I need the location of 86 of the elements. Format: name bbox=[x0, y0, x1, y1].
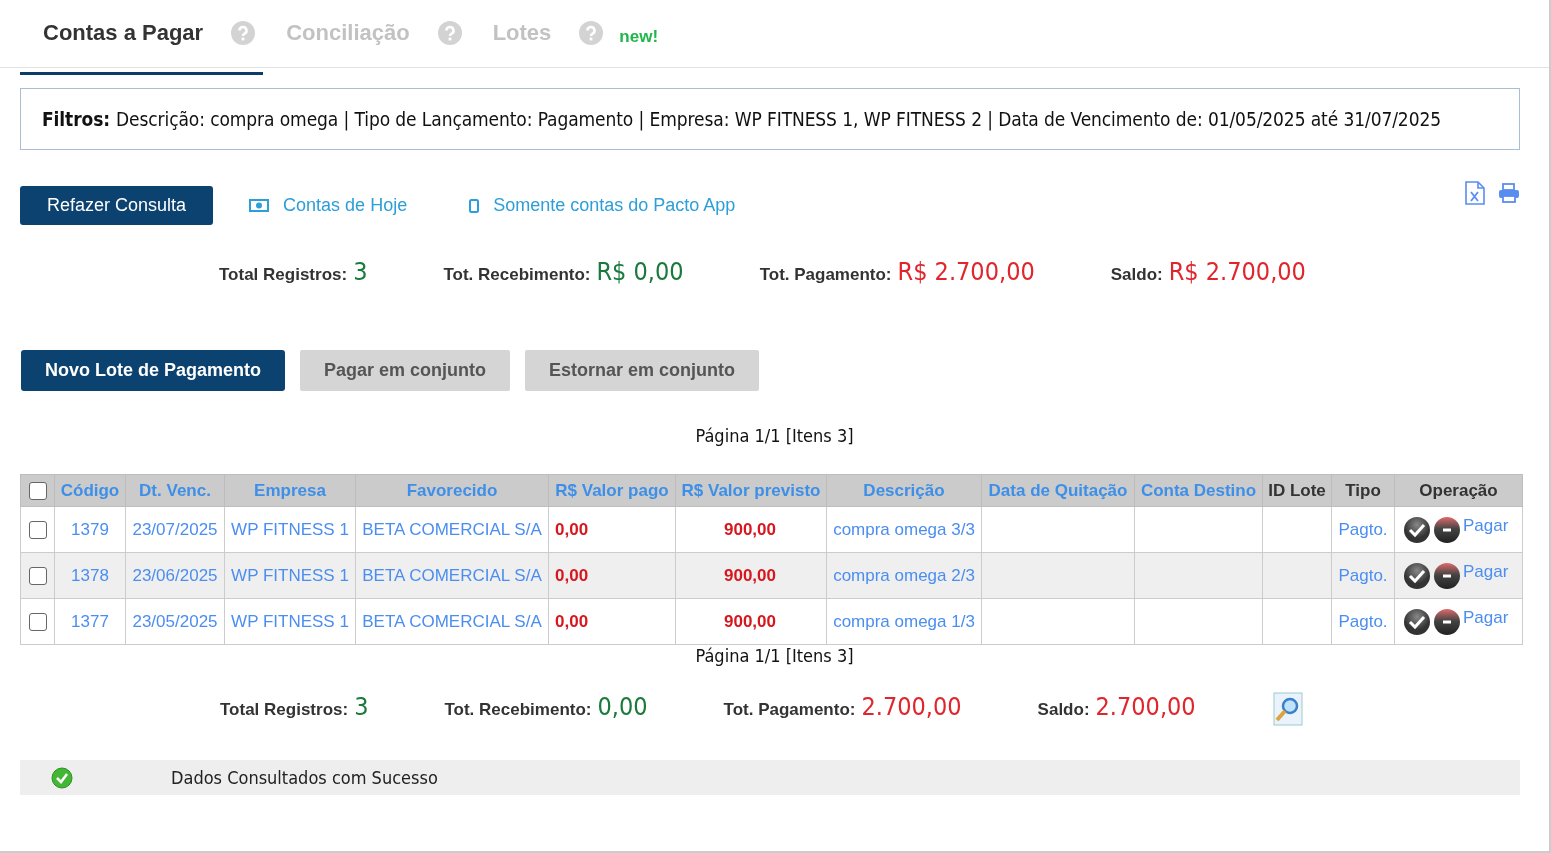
table-cell: 900,00 bbox=[675, 598, 827, 645]
pagination-info: Página 1/1 [Itens 3] bbox=[694, 425, 855, 446]
checkbox[interactable] bbox=[28, 482, 47, 500]
tab-label[interactable]: Lotes bbox=[492, 20, 552, 46]
table-cell: 0,00 bbox=[548, 506, 676, 553]
column-header[interactable]: Código bbox=[54, 474, 126, 507]
table-cell[interactable]: Pagto. bbox=[1331, 506, 1395, 553]
tab[interactable]: Contas a Pagar bbox=[20, 0, 264, 75]
column-header[interactable]: R$ Valor previsto bbox=[675, 474, 827, 507]
new-label: new! bbox=[619, 27, 659, 47]
table-cell[interactable]: compra omega 3/3 bbox=[826, 506, 982, 553]
total-label: Saldo: bbox=[1110, 265, 1163, 285]
table-cell[interactable]: WP FITNESS 1 bbox=[224, 598, 356, 645]
table-cell[interactable]: 1378 bbox=[54, 552, 126, 599]
tab[interactable]: Conciliação bbox=[263, 0, 470, 75]
column-header: Tipo bbox=[1331, 474, 1395, 507]
tab-label[interactable]: Contas a Pagar bbox=[43, 20, 204, 46]
column-header[interactable]: Data de Quitação bbox=[981, 474, 1135, 507]
tab-label[interactable]: Conciliação bbox=[286, 20, 410, 46]
total-value: 3 bbox=[353, 257, 368, 286]
phone-icon bbox=[469, 198, 480, 213]
table-cell: 900,00 bbox=[675, 506, 827, 553]
total-value: R$ 2.700,00 bbox=[897, 257, 1035, 286]
success-check-icon bbox=[51, 766, 73, 789]
banknote-icon bbox=[249, 199, 270, 212]
total-label: Tot. Recebimento: bbox=[444, 700, 592, 720]
batch-button[interactable]: Novo Lote de Pagamento bbox=[21, 350, 286, 391]
excel-export-icon[interactable] bbox=[1465, 180, 1485, 205]
total-label: Total Registros: bbox=[219, 265, 348, 285]
magnifier-report-icon[interactable] bbox=[1271, 692, 1304, 726]
total-label: Total Registros: bbox=[220, 700, 349, 720]
table-cell[interactable]: BETA COMERCIAL S/A bbox=[355, 506, 549, 553]
pagar-link[interactable]: Pagar bbox=[1463, 607, 1509, 628]
total-value: 2.700,00 bbox=[1095, 692, 1196, 721]
refazer-consulta-button[interactable]: Refazer Consulta bbox=[20, 186, 214, 225]
total-label: Saldo: bbox=[1037, 700, 1090, 720]
filter-link[interactable]: Somente contas do Pacto App bbox=[469, 195, 736, 216]
table-cell: 0,00 bbox=[548, 598, 676, 645]
pagar-link[interactable]: Pagar bbox=[1463, 561, 1509, 582]
filter-link[interactable]: Contas de Hoje bbox=[249, 195, 408, 216]
table-cell: 0,00 bbox=[548, 552, 676, 599]
table-cell[interactable]: compra omega 1/3 bbox=[826, 598, 982, 645]
checkbox[interactable] bbox=[28, 567, 47, 585]
printer-icon[interactable] bbox=[1498, 182, 1520, 203]
column-header[interactable]: R$ Valor pago bbox=[548, 474, 676, 507]
table-cell[interactable]: BETA COMERCIAL S/A bbox=[355, 598, 549, 645]
column-header[interactable]: Empresa bbox=[224, 474, 356, 507]
minus-circle-icon[interactable] bbox=[1433, 561, 1461, 590]
table-cell[interactable]: compra omega 2/3 bbox=[826, 552, 982, 599]
total-label: Tot. Pagamento: bbox=[759, 265, 892, 285]
check-circle-icon[interactable] bbox=[1403, 515, 1431, 544]
table-cell[interactable]: 1377 bbox=[54, 598, 126, 645]
table-cell: 900,00 bbox=[675, 552, 827, 599]
tab[interactable]: Lotes new! bbox=[469, 0, 659, 75]
table-cell[interactable]: 23/05/2025 bbox=[125, 598, 225, 645]
table-cell[interactable]: Pagto. bbox=[1331, 598, 1395, 645]
column-header[interactable]: Dt. Venc. bbox=[125, 474, 225, 507]
column-header[interactable]: Descrição bbox=[826, 474, 982, 507]
column-header[interactable]: Favorecido bbox=[355, 474, 549, 507]
table-cell[interactable]: Pagto. bbox=[1331, 552, 1395, 599]
check-circle-icon[interactable] bbox=[1403, 561, 1431, 590]
checkbox[interactable] bbox=[28, 521, 47, 539]
table-cell[interactable]: 23/06/2025 bbox=[125, 552, 225, 599]
total-value: R$ 0,00 bbox=[596, 257, 684, 286]
table-cell[interactable]: 1379 bbox=[54, 506, 126, 553]
pagination-info: Página 1/1 [Itens 3] bbox=[694, 645, 855, 666]
status-message: Dados Consultados com Sucesso bbox=[171, 767, 438, 788]
total-value: 3 bbox=[354, 692, 369, 721]
table-cell[interactable]: 23/07/2025 bbox=[125, 506, 225, 553]
total-label: Tot. Pagamento: bbox=[723, 700, 856, 720]
minus-circle-icon[interactable] bbox=[1433, 515, 1461, 544]
checkbox[interactable] bbox=[28, 613, 47, 631]
pagar-link[interactable]: Pagar bbox=[1463, 515, 1509, 536]
column-header: Operação bbox=[1394, 474, 1523, 507]
total-value: 2.700,00 bbox=[861, 692, 962, 721]
column-header: ID Lote bbox=[1262, 474, 1332, 507]
minus-circle-icon[interactable] bbox=[1433, 607, 1461, 636]
total-value: R$ 2.700,00 bbox=[1168, 257, 1306, 286]
table-cell[interactable]: WP FITNESS 1 bbox=[224, 552, 356, 599]
table-cell[interactable]: WP FITNESS 1 bbox=[224, 506, 356, 553]
filters-bar: Filtros: Descrição: compra omega | Tipo de Lançamento: Pagamento | Empresa: WP FITNESS 1, WP FITNESS 2 | Data de Vencimento de: 01/05/2025 até 31/07/2025 bbox=[20, 88, 1520, 150]
check-circle-icon[interactable] bbox=[1403, 607, 1431, 636]
table-cell[interactable]: BETA COMERCIAL S/A bbox=[355, 552, 549, 599]
column-header[interactable]: Conta Destino bbox=[1134, 474, 1263, 507]
total-label: Tot. Recebimento: bbox=[443, 265, 591, 285]
total-value: 0,00 bbox=[597, 692, 648, 721]
